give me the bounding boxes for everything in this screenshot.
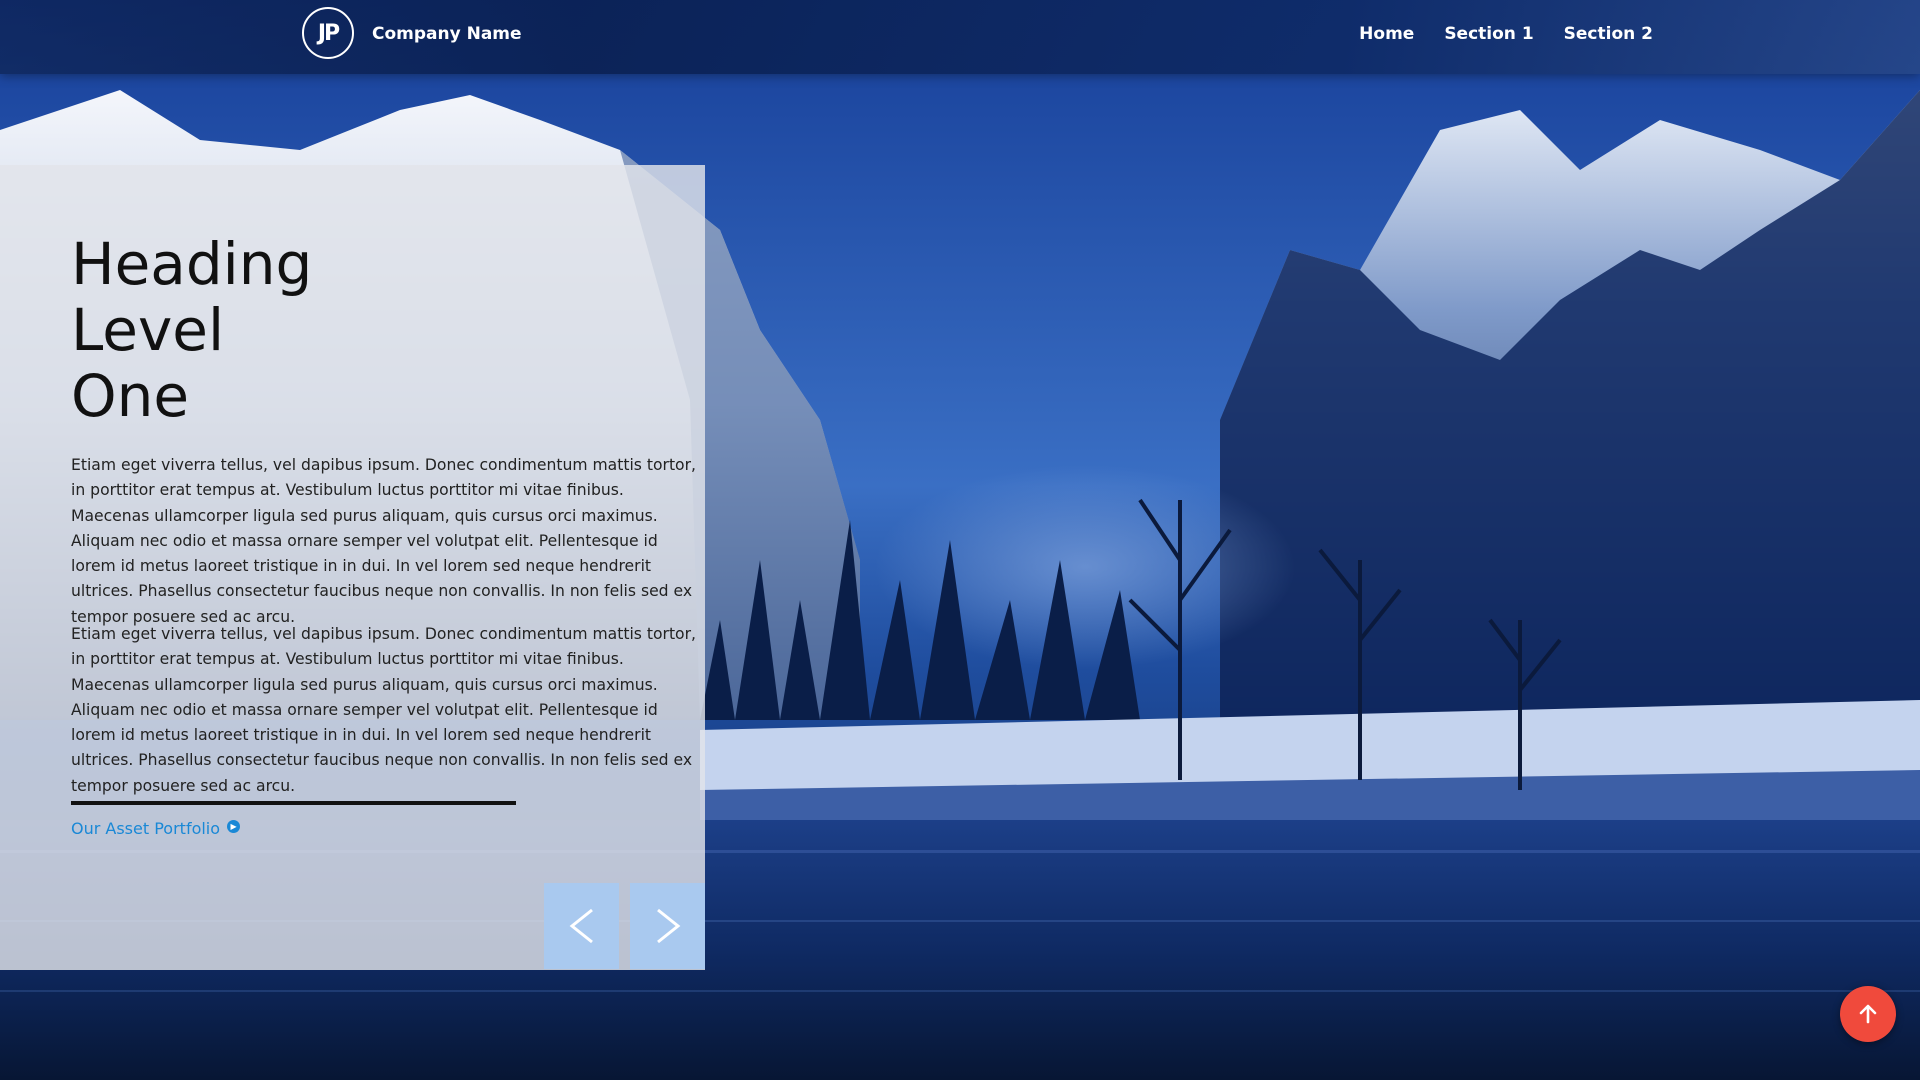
page: JP Company Name Home Section 1 Section 2… [0,0,1920,1080]
nav-home-link[interactable]: Home [1359,24,1414,44]
hero-content-card: Heading Level One Etiam eget viverra tel… [0,165,705,970]
arrow-up-icon [1859,1004,1877,1024]
asset-portfolio-link[interactable]: Our Asset Portfolio ▶ [71,819,241,838]
scroll-to-top-button[interactable] [1840,986,1896,1042]
company-logo[interactable]: JP [302,7,354,59]
nav-section-1-link[interactable]: Section 1 [1444,24,1533,44]
section-divider [71,801,516,805]
slider-previous-button[interactable] [544,883,619,969]
page-heading: Heading Level One [71,231,471,429]
slider-next-button[interactable] [630,883,705,969]
company-name[interactable]: Company Name [372,24,522,44]
asset-portfolio-link-label: Our Asset Portfolio [71,819,221,838]
nav-section-2-link[interactable]: Section 2 [1564,24,1653,44]
body-paragraph-2: Etiam eget viverra tellus, vel dapibus i… [71,625,696,795]
logo-text: JP [317,20,340,46]
chevron-left-icon [569,908,593,944]
heading-line-1: Heading [71,230,313,298]
main-nav: Home Section 1 Section 2 [1359,24,1653,44]
heading-line-2: Level [71,296,225,364]
top-navigation-bar: JP Company Name Home Section 1 Section 2 [0,0,1920,74]
body-paragraph-1: Etiam eget viverra tellus, vel dapibus i… [71,456,696,626]
chevron-right-icon [656,908,680,944]
circle-arrow-right-icon: ▶ [227,820,241,833]
heading-line-3: One [71,362,190,430]
